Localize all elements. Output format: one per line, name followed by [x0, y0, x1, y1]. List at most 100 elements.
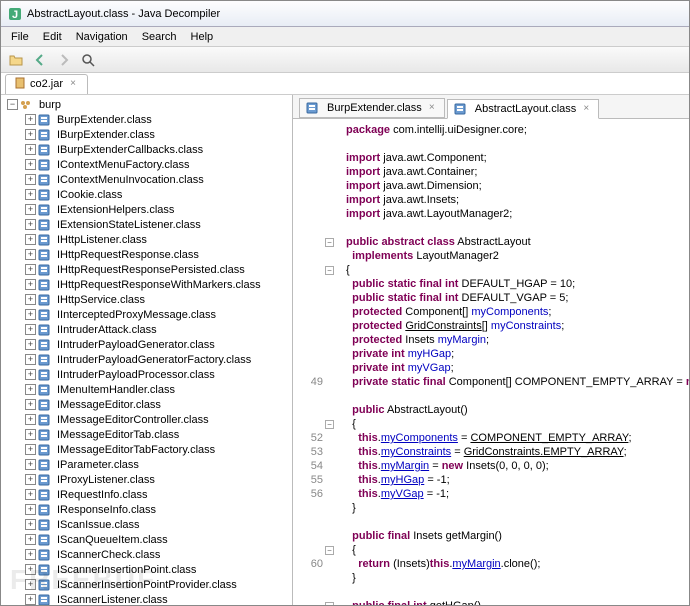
expand-icon[interactable]: +	[25, 309, 36, 320]
editor-tab[interactable]: AbstractLayout.class×	[447, 99, 600, 119]
open-button[interactable]	[5, 49, 27, 71]
expand-icon[interactable]: +	[25, 444, 36, 455]
cls-icon	[38, 129, 52, 141]
tree-item[interactable]: +IExtensionStateListener.class	[1, 217, 292, 232]
expand-icon[interactable]: +	[25, 579, 36, 590]
expand-icon[interactable]: +	[25, 384, 36, 395]
tree-item[interactable]: +IIntruderPayloadGeneratorFactory.class	[1, 352, 292, 367]
tree-item[interactable]: +IScannerCheck.class	[1, 547, 292, 562]
package-tree[interactable]: −burp+BurpExtender.class+IBurpExtender.c…	[1, 95, 293, 605]
tree-item[interactable]: +IBurpExtender.class	[1, 127, 292, 142]
expand-icon[interactable]: +	[25, 594, 36, 605]
expand-icon[interactable]: +	[25, 249, 36, 260]
expand-icon[interactable]: +	[25, 279, 36, 290]
svg-text:J: J	[12, 9, 18, 21]
tree-item[interactable]: +IScanIssue.class	[1, 517, 292, 532]
editor-tab[interactable]: BurpExtender.class×	[299, 98, 445, 118]
expand-icon[interactable]: +	[25, 324, 36, 335]
expand-icon[interactable]: +	[25, 369, 36, 380]
tree-item[interactable]: +IHttpRequestResponse.class	[1, 247, 292, 262]
expand-icon[interactable]: +	[25, 519, 36, 530]
close-icon[interactable]: ×	[67, 78, 79, 90]
tree-item-label: IExtensionHelpers.class	[55, 204, 176, 216]
cls-icon	[38, 549, 52, 561]
expand-icon[interactable]: +	[25, 504, 36, 515]
tree-item[interactable]: +IHttpRequestResponsePersisted.class	[1, 262, 292, 277]
expand-icon[interactable]: +	[25, 159, 36, 170]
fold-icon[interactable]: −	[325, 238, 334, 247]
back-button[interactable]	[29, 49, 51, 71]
expand-icon[interactable]: +	[25, 294, 36, 305]
expand-icon[interactable]: +	[25, 534, 36, 545]
expand-icon[interactable]: +	[25, 549, 36, 560]
fold-icon[interactable]: −	[325, 420, 334, 429]
tree-item-label: IMessageEditorTabFactory.class	[55, 444, 217, 456]
tree-item[interactable]: +IResponseInfo.class	[1, 502, 292, 517]
expand-icon[interactable]: +	[25, 234, 36, 245]
tree-item[interactable]: +IHttpListener.class	[1, 232, 292, 247]
fold-icon[interactable]: −	[325, 602, 334, 606]
tree-item[interactable]: + IMessageEditorTabFactory.class	[1, 442, 292, 457]
tree-item[interactable]: −burp	[1, 97, 292, 112]
fold-icon[interactable]: −	[325, 266, 334, 275]
cls-icon	[38, 474, 52, 486]
menu-navigation[interactable]: Navigation	[70, 29, 134, 45]
jar-tab[interactable]: co2.jar ×	[5, 74, 88, 94]
expand-icon[interactable]: +	[25, 354, 36, 365]
tree-item[interactable]: +IScannerListener.class	[1, 592, 292, 605]
class-icon	[306, 102, 320, 114]
tree-item[interactable]: +IMessageEditorController.class	[1, 412, 292, 427]
tree-item[interactable]: +IMenuItemHandler.class	[1, 382, 292, 397]
tree-item[interactable]: +IHttpService.class	[1, 292, 292, 307]
expand-icon[interactable]: +	[25, 414, 36, 425]
expand-icon[interactable]: +	[25, 429, 36, 440]
expand-icon[interactable]: +	[25, 204, 36, 215]
tree-item[interactable]: +IRequestInfo.class	[1, 487, 292, 502]
cls-icon	[38, 114, 52, 126]
tree-item[interactable]: + IMessageEditorTab.class	[1, 427, 292, 442]
menu-edit[interactable]: Edit	[37, 29, 68, 45]
forward-button[interactable]	[53, 49, 75, 71]
tree-item[interactable]: +IBurpExtenderCallbacks.class	[1, 142, 292, 157]
expand-icon[interactable]: +	[25, 399, 36, 410]
expand-icon[interactable]: +	[25, 174, 36, 185]
code-viewer[interactable]: − − 49 −5253545556 −60 − 68 −75−76 78 −8…	[293, 119, 689, 605]
menu-file[interactable]: File	[5, 29, 35, 45]
tree-item[interactable]: +IMessageEditor.class	[1, 397, 292, 412]
menu-help[interactable]: Help	[185, 29, 220, 45]
tree-item[interactable]: +IContextMenuInvocation.class	[1, 172, 292, 187]
menu-search[interactable]: Search	[136, 29, 183, 45]
expand-icon[interactable]: +	[25, 264, 36, 275]
tree-item[interactable]: +IIntruderAttack.class	[1, 322, 292, 337]
expand-icon[interactable]: +	[25, 129, 36, 140]
tree-item[interactable]: +IScannerInsertionPoint.class	[1, 562, 292, 577]
tree-item[interactable]: +IContextMenuFactory.class	[1, 157, 292, 172]
tree-item[interactable]: +ICookie.class	[1, 187, 292, 202]
tree-item-label: IIntruderPayloadGenerator.class	[55, 339, 217, 351]
tree-item[interactable]: + IExtensionHelpers.class	[1, 202, 292, 217]
fold-icon[interactable]: −	[325, 546, 334, 555]
tree-item[interactable]: +BurpExtender.class	[1, 112, 292, 127]
close-icon[interactable]: ×	[426, 102, 438, 114]
expand-icon[interactable]: +	[25, 339, 36, 350]
tree-item[interactable]: + IIntruderPayloadGenerator.class	[1, 337, 292, 352]
expand-icon[interactable]: +	[25, 489, 36, 500]
expand-icon[interactable]: +	[25, 564, 36, 575]
collapse-icon[interactable]: −	[7, 99, 18, 110]
expand-icon[interactable]: +	[25, 459, 36, 470]
expand-icon[interactable]: +	[25, 144, 36, 155]
tree-item[interactable]: +IScannerInsertionPointProvider.class	[1, 577, 292, 592]
tree-item[interactable]: +IScanQueueItem.class	[1, 532, 292, 547]
tree-item[interactable]: +IProxyListener.class	[1, 472, 292, 487]
tree-item[interactable]: +IInterceptedProxyMessage.class	[1, 307, 292, 322]
search-button[interactable]	[77, 49, 99, 71]
expand-icon[interactable]: +	[25, 474, 36, 485]
tree-item-label: IMessageEditorTab.class	[55, 429, 181, 441]
tree-item[interactable]: +IHttpRequestResponseWithMarkers.class	[1, 277, 292, 292]
expand-icon[interactable]: +	[25, 219, 36, 230]
expand-icon[interactable]: +	[25, 114, 36, 125]
tree-item[interactable]: +IParameter.class	[1, 457, 292, 472]
close-icon[interactable]: ×	[580, 103, 592, 115]
expand-icon[interactable]: +	[25, 189, 36, 200]
tree-item[interactable]: +IIntruderPayloadProcessor.class	[1, 367, 292, 382]
